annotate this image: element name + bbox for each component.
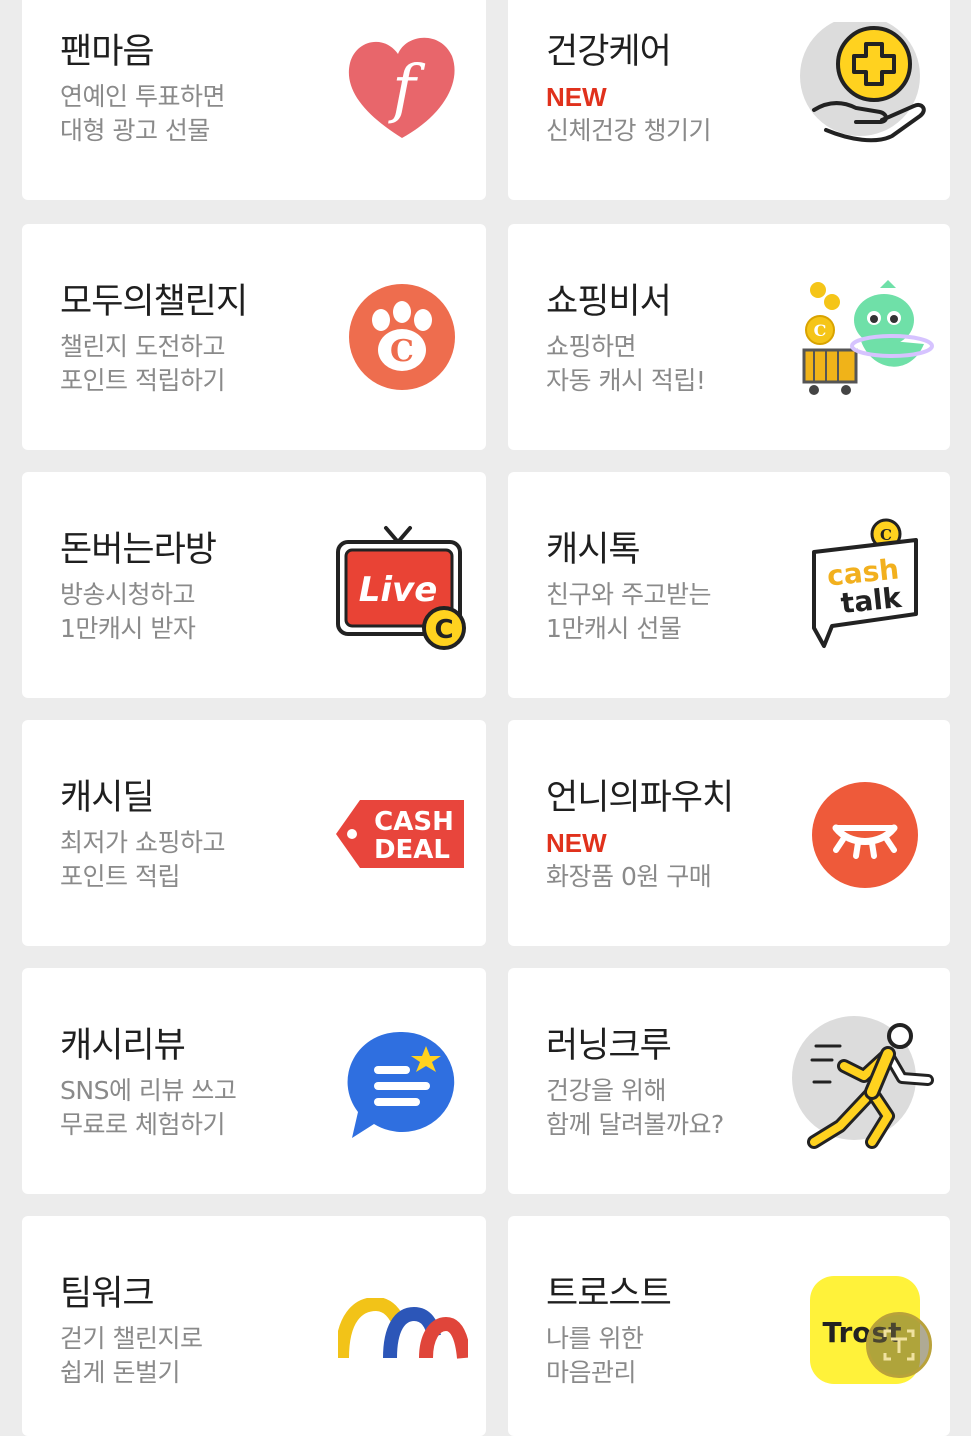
- card-fan-maeum[interactable]: 팬마음 연예인 투표하면 대형 광고 선물 f: [22, 0, 486, 200]
- talk-word: talk: [839, 581, 904, 620]
- card-health-care[interactable]: 건강케어 NEW 신체건강 챙기기: [508, 0, 950, 200]
- card-title: 모두의챌린지: [60, 282, 248, 322]
- cash-talk-icon: C cash talk: [806, 518, 926, 653]
- card-line2: 포인트 적립: [60, 862, 180, 891]
- cash-deal-line2: DEAL: [374, 835, 450, 865]
- card-line2: 자동 캐시 적립!: [546, 366, 706, 395]
- live-tv-icon: Live C: [334, 522, 474, 652]
- card-title: 건강케어: [546, 32, 672, 72]
- new-badge: NEW: [546, 828, 607, 858]
- paw-coin-icon: C: [347, 282, 457, 392]
- card-line1: 방송시청하고: [60, 580, 196, 609]
- card-line2: 포인트 적립하기: [60, 366, 225, 395]
- card-line2: 무료로 체험하기: [60, 1110, 225, 1139]
- card-line1: 최저가 쇼핑하고: [60, 828, 225, 857]
- card-title: 돈버는라방: [60, 530, 217, 570]
- card-line1: 연예인 투표하면: [60, 82, 225, 111]
- card-unnie-pouch[interactable]: 언니의파우치 NEW 화장품 0원 구매: [508, 720, 950, 946]
- card-line2: 함께 달려볼까요?: [546, 1110, 724, 1139]
- card-title: 쇼핑비서: [546, 282, 672, 322]
- card-title: 캐시리뷰: [60, 1026, 186, 1066]
- card-teamwork[interactable]: 팀워크 걷기 챌린지로 쉽게 돈벌기: [22, 1216, 486, 1436]
- card-cash-talk[interactable]: 캐시톡 친구와 주고받는 1만캐시 선물 C cash talk: [508, 472, 950, 698]
- hand-plus-icon: [796, 22, 936, 147]
- live-label: Live: [359, 570, 438, 610]
- new-badge: NEW: [546, 82, 607, 112]
- card-line1: SNS에 리뷰 쓰고: [60, 1076, 237, 1105]
- pouch-eye-icon: [810, 780, 920, 890]
- cart-character-icon: C: [800, 280, 935, 400]
- cash-deal-line1: CASH: [374, 807, 454, 837]
- card-title: 캐시딜: [60, 778, 155, 818]
- card-line2: 마음관리: [546, 1358, 637, 1387]
- coin-letter: C: [814, 321, 827, 340]
- card-cash-review[interactable]: 캐시리뷰 SNS에 리뷰 쓰고 무료로 체험하기: [22, 968, 486, 1194]
- card-line1: 친구와 주고받는: [546, 580, 711, 609]
- review-bubble-icon: [344, 1028, 460, 1140]
- card-line2: 1만캐시 받자: [60, 614, 196, 643]
- card-title: 캐시톡: [546, 530, 641, 570]
- card-line2: 1만캐시 선물: [546, 614, 682, 643]
- card-line1: 걷기 챌린지로: [60, 1324, 203, 1353]
- card-cash-deal[interactable]: 캐시딜 최저가 쇼핑하고 포인트 적립 CASH DEAL: [22, 720, 486, 946]
- card-line2: 화장품 0원 구매: [546, 862, 712, 891]
- arches-icon: [338, 1298, 468, 1362]
- card-title: 팬마음: [60, 32, 155, 72]
- card-line1: 챌린지 도전하고: [60, 332, 225, 361]
- text-scan-button[interactable]: [866, 1312, 932, 1378]
- heart-f-icon: f: [342, 28, 462, 148]
- card-challenge[interactable]: 모두의챌린지 챌린지 도전하고 포인트 적립하기 C: [22, 224, 486, 450]
- paw-coin-letter: C: [390, 334, 414, 369]
- card-line2: 대형 광고 선물: [60, 116, 210, 145]
- card-live-broadcast[interactable]: 돈버는라방 방송시청하고 1만캐시 받자 Live C: [22, 472, 486, 698]
- scan-text-icon: [883, 1329, 915, 1361]
- coin-letter: C: [434, 615, 453, 645]
- card-shopping-assistant[interactable]: 쇼핑비서 쇼핑하면 자동 캐시 적립! C: [508, 224, 950, 450]
- card-title: 트로스트: [546, 1274, 672, 1314]
- service-grid: 팬마음 연예인 투표하면 대형 광고 선물 f 건강케어 NEW 신체건강 챙기…: [0, 0, 971, 1436]
- card-line1: 나를 위한: [546, 1324, 644, 1353]
- card-line2: 신체건강 챙기기: [546, 116, 711, 145]
- runner-icon: [792, 1016, 940, 1152]
- card-line2: 쉽게 돈벌기: [60, 1358, 180, 1387]
- card-title: 팀워크: [60, 1274, 155, 1314]
- card-running-crew[interactable]: 러닝크루 건강을 위해 함께 달려볼까요?: [508, 968, 950, 1194]
- card-title: 언니의파우치: [546, 778, 734, 818]
- card-line1: 건강을 위해: [546, 1076, 666, 1105]
- card-title: 러닝크루: [546, 1026, 672, 1066]
- card-line1: 쇼핑하면: [546, 332, 637, 361]
- cash-deal-tag-icon: CASH DEAL: [334, 796, 468, 876]
